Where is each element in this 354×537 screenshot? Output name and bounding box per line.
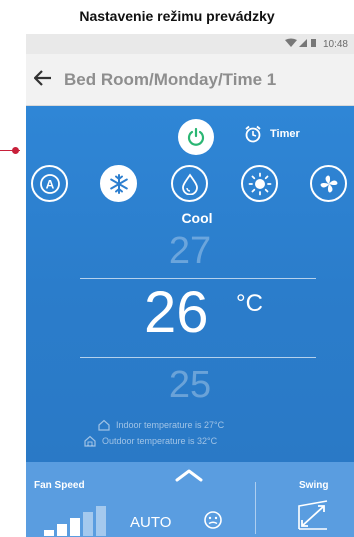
house-icon	[98, 419, 110, 431]
fan-speed-bars-icon[interactable]	[42, 506, 112, 536]
bottom-divider	[255, 482, 256, 534]
water-drop-icon	[181, 172, 198, 195]
chevron-up-icon[interactable]	[174, 468, 204, 482]
mode-selector: A	[26, 165, 354, 205]
temperature-up-value[interactable]: 27	[26, 230, 354, 273]
status-bar: 10:48	[26, 34, 354, 54]
page-title: Bed Room/Monday/Time 1	[64, 69, 277, 89]
timer-label: Timer	[270, 128, 300, 140]
eco-mode-icon[interactable]	[203, 510, 223, 530]
fan-icon	[320, 175, 337, 192]
temperature-divider-top	[80, 278, 316, 279]
mode-dry-button[interactable]	[171, 165, 208, 202]
annotation-pointer-dot	[12, 147, 19, 154]
title-bar: Bed Room/Monday/Time 1	[26, 54, 354, 106]
temperature-divider-bottom	[80, 357, 316, 358]
mode-cool-button[interactable]	[100, 165, 137, 202]
status-icons	[284, 38, 319, 50]
swing-label: Swing	[299, 480, 329, 491]
phone-screen: 10:48 Bed Room/Monday/Time 1 Timer A Coo…	[26, 34, 354, 537]
selected-mode-label: Cool	[181, 210, 213, 226]
power-icon	[187, 127, 205, 146]
svg-text:A: A	[45, 177, 54, 191]
current-temperature: 26	[144, 280, 209, 345]
indoor-temperature-text: Indoor temperature is 27°C	[116, 420, 225, 430]
snowflake-icon	[109, 173, 128, 194]
page-caption: Nastavenie režimu prevádzky	[79, 8, 275, 24]
outdoor-house-icon	[84, 435, 96, 447]
fan-speed-label: Fan Speed	[34, 480, 85, 491]
sun-icon	[248, 172, 271, 195]
temperature-unit: °C	[236, 290, 263, 317]
fan-speed-value: AUTO	[130, 514, 172, 531]
alarm-clock-icon	[245, 125, 261, 143]
mode-fan-button[interactable]	[310, 165, 347, 202]
status-time: 10:48	[322, 38, 348, 50]
temperature-down-value[interactable]: 25	[26, 364, 354, 407]
back-arrow-icon[interactable]	[33, 69, 60, 90]
mode-heat-button[interactable]	[241, 165, 278, 202]
indoor-temperature-row: Indoor temperature is 27°C	[98, 418, 224, 432]
power-button[interactable]	[178, 119, 214, 155]
swing-icon[interactable]	[296, 498, 330, 532]
outdoor-temperature-text: Outdoor temperature is 32°C	[102, 436, 218, 446]
outdoor-temperature-row: Outdoor temperature is 32°C	[84, 434, 217, 448]
auto-mode-icon: A	[39, 173, 60, 194]
timer-button[interactable]: Timer	[244, 125, 300, 143]
mode-auto-button[interactable]: A	[31, 165, 68, 202]
